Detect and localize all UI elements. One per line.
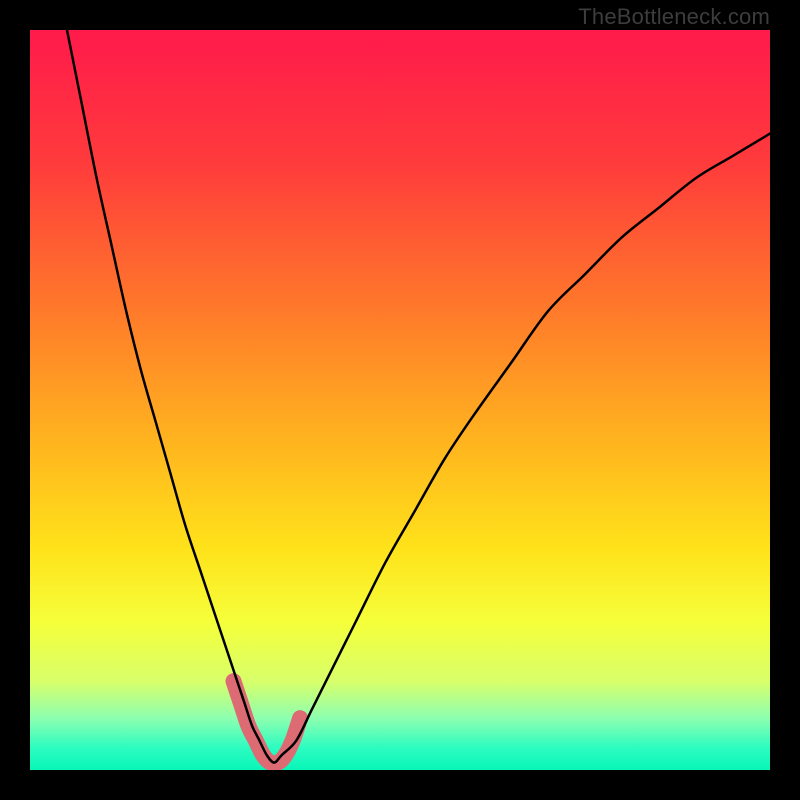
plot-area [30,30,770,770]
chart-frame: TheBottleneck.com [0,0,800,800]
curve-layer [30,30,770,770]
watermark-text: TheBottleneck.com [578,4,770,30]
min-highlight [234,681,301,763]
bottleneck-curve [67,30,770,763]
